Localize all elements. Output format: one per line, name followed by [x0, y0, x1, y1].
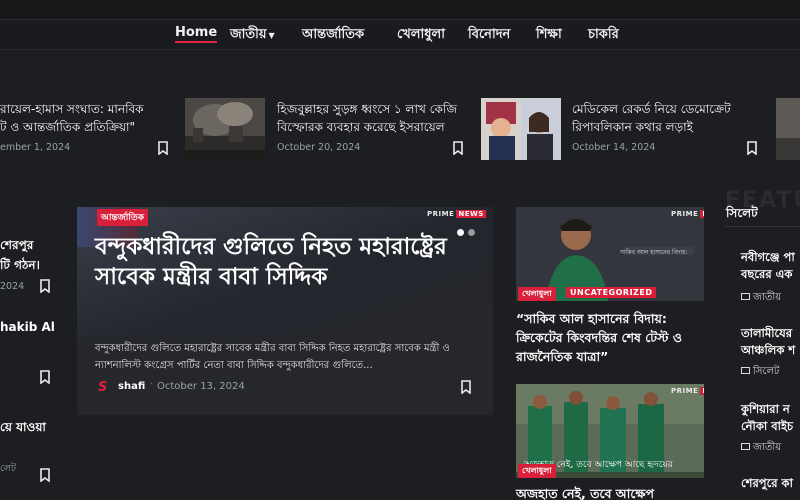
left-title-line: টি গঠন।: [0, 258, 40, 272]
card-image[interactable]: PRIMENEWS অজুহাত নেই, তবে আক্ষেপ আছে হৃদ…: [516, 384, 704, 478]
nav-national-label: জাতীয়: [230, 27, 267, 42]
nav-international[interactable]: আন্তর্জাতিক: [302, 25, 364, 46]
sidebar-title-line: নবীগঞ্জে পা: [741, 250, 795, 264]
sidebar-title-line: বছরের এক: [741, 267, 793, 281]
image-caption: সাকিব আল হাসানের বিদায়:: [620, 249, 688, 256]
main-nav: Home জাতীয় ▼ আন্তর্জাতিক খেলাধুলা বিনোদন…: [0, 20, 800, 50]
divider: [725, 226, 800, 227]
strip-title-line: রিপাবলিকান কথার লড়াই: [572, 120, 693, 134]
category-label: জাতীয়: [753, 442, 782, 453]
featured-date: October 13, 2024: [157, 381, 245, 392]
card-title[interactable]: “সাকিব আল হাসানের বিদায়: ক্রিকেটের কিংব…: [516, 309, 706, 366]
category-label: সিলেট: [753, 366, 780, 377]
strip-item-thumbnail[interactable]: [185, 98, 265, 160]
prime-news-logo: PRIMENEWS: [427, 210, 486, 218]
author-avatar: S: [98, 380, 108, 395]
strip-item-date: October 20, 2024: [277, 142, 361, 153]
card-image[interactable]: PRIMENEWS সাকিব আল হাসানের বিদায়: খেলাধ…: [516, 207, 704, 301]
top-bar: [0, 0, 800, 20]
category-badge[interactable]: খেলাধুলা: [518, 287, 556, 301]
nav-education[interactable]: শিক্ষা: [536, 25, 562, 46]
sidebar-article-title[interactable]: তালামীযের আঞ্চলিক শ: [741, 325, 795, 359]
sidebar-article-category[interactable]: জাতীয়: [741, 440, 781, 457]
category-label: জাতীয়: [753, 292, 782, 303]
nav-sports[interactable]: খেলাধুলা: [397, 25, 445, 46]
author-name[interactable]: shafi: [118, 381, 145, 392]
logo-tag: NEWS: [700, 387, 704, 395]
left-item-title[interactable]: শেরপুর টি গঠন।: [0, 237, 40, 277]
strip-item-title[interactable]: হিজবুল্লাহর সুড়ঙ্গ ধ্বংসে ১ লাখ কেজি বি…: [277, 100, 457, 136]
strip-item-date: ember 1, 2024: [0, 142, 71, 153]
prime-news-logo: PRIMENEWS: [671, 387, 704, 395]
sidebar-article-title[interactable]: নবীগঞ্জে পা বছরের এক: [741, 249, 795, 283]
strip-item-title[interactable]: মেডিকেল রেকর্ড নিয়ে ডেমোক্রেট রিপাবলিকা…: [572, 100, 731, 136]
nav-entertainment[interactable]: বিনোদন: [468, 25, 510, 46]
bookmark-icon[interactable]: [39, 370, 51, 384]
meta-divider: ·: [150, 379, 154, 390]
logo-tag: NEWS: [456, 210, 486, 218]
sidebar-title-line: নৌকা বাইচ: [741, 419, 794, 433]
featured-excerpt: বন্দুকধারীদের গুলিতে মহারাষ্ট্রের সাবেক …: [95, 343, 450, 371]
slider-dot[interactable]: [468, 229, 475, 236]
folder-icon: [741, 292, 750, 300]
strip-item-date: October 14, 2024: [572, 142, 656, 153]
strip-title-line: বিস্ফোরক ব্যবহার করেছে ইসরায়েল: [277, 120, 445, 134]
nav-home[interactable]: Home: [175, 25, 218, 43]
strip-item-thumbnail[interactable]: [481, 98, 561, 160]
strip-title-line: হিজবুল্লাহর সুড়ঙ্গ ধ্বংসে ১ লাখ কেজি: [277, 102, 458, 116]
left-title-line: শেরপুর: [0, 238, 34, 252]
sidebar-article-title[interactable]: কুশিয়ারা ন নৌকা বাইচ: [741, 401, 793, 435]
category-badge[interactable]: আন্তর্জাতিক: [97, 209, 148, 226]
left-item-category: লেট: [0, 463, 17, 474]
section-title: সিলেট: [726, 206, 758, 220]
prime-news-logo: PRIMENEWS: [671, 210, 704, 218]
logo-tag: NEWS: [700, 210, 704, 218]
bookmark-icon[interactable]: [39, 468, 51, 482]
sidebar-title-line: কুশিয়ারা ন: [741, 402, 790, 416]
bookmark-icon[interactable]: [452, 141, 464, 155]
folder-icon: [741, 442, 750, 450]
left-item-title[interactable]: hakib Al: [0, 320, 55, 334]
nav-jobs[interactable]: চাকরি: [588, 25, 619, 46]
bookmark-icon[interactable]: [746, 141, 758, 155]
strip-item-title[interactable]: রায়েল-হামাস সংঘাত: মানবিক ট ও আন্তর্জাত…: [0, 100, 144, 136]
slider-dot[interactable]: [457, 229, 464, 236]
bookmark-icon[interactable]: [460, 380, 472, 394]
strip-title-line: রায়েল-হামাস সংঘাত: মানবিক: [0, 102, 144, 116]
chevron-down-icon: ▼: [268, 31, 275, 40]
card-title[interactable]: অজহাত নেই, তবে আক্ষেপ: [516, 484, 706, 500]
category-badge[interactable]: খেলাধুলা: [518, 464, 556, 478]
logo-word: PRIME: [671, 210, 699, 218]
sidebar-title-line: আঞ্চলিক শ: [741, 343, 796, 357]
featured-title[interactable]: বন্দুকধারীদের গুলিতে নিহত মহারাষ্ট্রের স…: [95, 232, 475, 292]
sidebar-article-category[interactable]: সিলেট: [741, 364, 779, 381]
strip-item-thumbnail[interactable]: [776, 98, 800, 160]
bookmark-icon[interactable]: [39, 279, 51, 293]
logo-word: PRIME: [671, 387, 699, 395]
left-item-title[interactable]: য়ে যাওয়া: [0, 419, 46, 439]
strip-title-line: ট ও আন্তর্জাতিক প্রতিক্রিয়া": [0, 120, 136, 134]
logo-word: PRIME: [427, 210, 455, 218]
nav-national[interactable]: জাতীয় ▼: [230, 25, 275, 46]
sidebar-article-category[interactable]: জাতীয়: [741, 290, 781, 307]
folder-icon: [741, 366, 750, 374]
left-item-date: 2024: [0, 281, 25, 292]
slider-dots: [457, 221, 479, 240]
sidebar-title-line: তালামীযের: [741, 326, 793, 340]
bookmark-icon[interactable]: [157, 141, 169, 155]
strip-title-line: মেডিকেল রেকর্ড নিয়ে ডেমোক্রেট: [572, 102, 731, 116]
sidebar-article-title[interactable]: শেরপুরে কা: [741, 475, 793, 492]
category-badge[interactable]: UNCATEGORIZED: [566, 287, 657, 298]
